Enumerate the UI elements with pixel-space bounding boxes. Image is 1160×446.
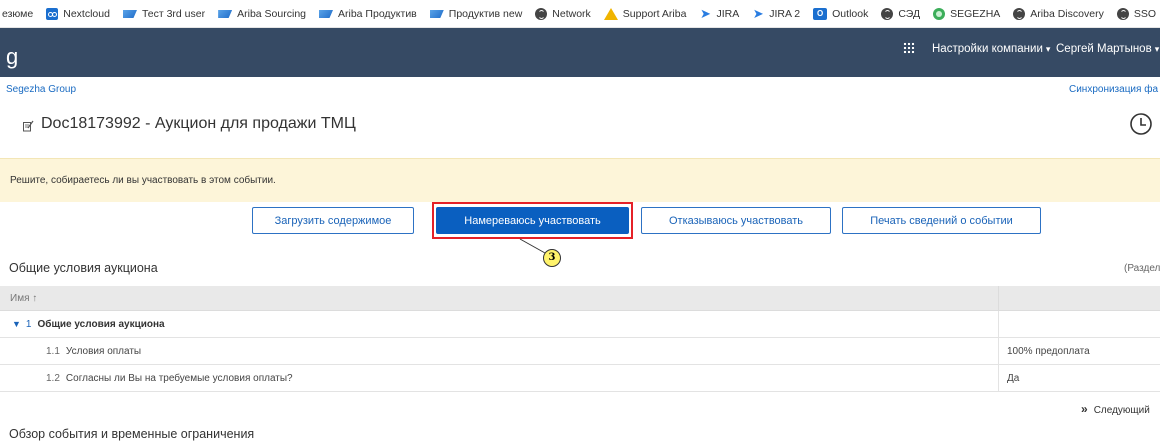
row-label: ▼ 1 Общие условия аукциона — [12, 319, 165, 330]
bookmark-test-3rd-user[interactable]: Тест 3rd user — [122, 8, 205, 20]
bookmark-nextcloud[interactable]: Nextcloud — [46, 7, 110, 20]
bookmark-sed[interactable]: СЭД — [881, 7, 920, 20]
user-menu[interactable]: Сергей Мартынов ▾ — [1056, 43, 1159, 55]
row-label: 1.2 Согласны ли Вы на требуемые условия о… — [46, 373, 293, 384]
print-event-details-button[interactable]: Печать сведений о событии — [842, 207, 1041, 234]
table-row[interactable]: ▼ 1 Общие условия аукциона — [0, 311, 1160, 338]
column-header-name[interactable]: Имя ↑ — [10, 293, 37, 304]
app-logo[interactable]: g — [6, 44, 18, 70]
double-chevron-right-icon: » — [1081, 402, 1088, 416]
upload-content-button[interactable]: Загрузить содержимое — [252, 207, 414, 234]
section-title: Общие условия аукциона — [9, 261, 158, 275]
decline-participation-button[interactable]: Отказываюсь участвовать — [641, 207, 831, 234]
clock-icon[interactable] — [1129, 112, 1153, 136]
nextcloud-icon — [46, 7, 59, 20]
bookmark-jira[interactable]: ➤ JIRA — [699, 5, 739, 21]
next-page-link[interactable]: » Следующий — [1081, 402, 1150, 416]
bookmark-ariba-discovery[interactable]: Ariba Discovery — [1013, 7, 1104, 20]
globe-icon — [1013, 7, 1026, 20]
column-divider — [998, 286, 999, 311]
bookmark-resume[interactable]: езюме — [2, 8, 33, 20]
page-title: Doc18173992 - Аукцион для продажи ТМЦ — [41, 115, 356, 132]
globe-icon — [1116, 7, 1129, 20]
jira-icon: ➤ — [752, 5, 764, 21]
step-number-badge: 3 — [543, 249, 561, 267]
table-row[interactable]: 1.2 Согласны ли Вы на требуемые условия о… — [0, 365, 1160, 392]
outlook-icon: O — [813, 7, 828, 20]
column-divider — [998, 311, 999, 338]
notice-text: Решите, собираетесь ли вы участвовать в … — [10, 175, 276, 186]
table-row[interactable]: 1.1 Условия оплаты 100% предоплата — [0, 338, 1160, 365]
decision-notice: Решите, собираетесь ли вы участвовать в … — [0, 158, 1160, 202]
app-header: g Настройки компании ▾ Сергей Мартынов ▾ — [0, 28, 1160, 77]
sap-icon — [122, 10, 137, 18]
globe-icon — [881, 7, 894, 20]
app-grid-icon[interactable] — [903, 42, 915, 54]
column-divider — [998, 338, 999, 365]
step-highlight-box — [432, 202, 633, 239]
jira-icon: ➤ — [699, 5, 711, 21]
sync-link[interactable]: Синхронизация фа — [1069, 84, 1158, 95]
bookmark-support-ariba[interactable]: Support Ariba — [603, 7, 686, 20]
chevron-down-icon: ▾ — [1154, 44, 1160, 54]
warning-icon — [603, 7, 618, 20]
breadcrumb-company[interactable]: Segezha Group — [6, 84, 76, 95]
bookmark-segezha[interactable]: SEGEZHA — [933, 7, 1000, 20]
section-range-label: (Раздел : — [1124, 263, 1160, 274]
bookmark-productive-new[interactable]: Продуктив new — [429, 8, 522, 20]
segezha-icon — [933, 7, 946, 20]
bookmark-jira-2[interactable]: ➤ JIRA 2 — [752, 5, 800, 21]
triangle-down-icon[interactable]: ▼ — [12, 319, 21, 329]
bookmark-network[interactable]: Network — [535, 7, 591, 20]
row-label: 1.1 Условия оплаты — [46, 346, 142, 357]
section-title-event-overview: Обзор события и временные ограничения — [9, 427, 255, 441]
table-header: Имя ↑ — [0, 286, 1160, 311]
chevron-down-icon: ▾ — [1045, 44, 1051, 54]
row-value: Да — [1007, 373, 1020, 384]
bookmark-ariba-sourcing[interactable]: Ariba Sourcing — [218, 8, 306, 20]
column-divider — [998, 365, 999, 392]
document-edit-icon — [23, 120, 34, 132]
bookmark-sso[interactable]: SSO — [1116, 7, 1156, 20]
globe-icon — [535, 7, 548, 20]
bookmarks-bar: езюме Nextcloud Тест 3rd user Ariba Sour… — [0, 0, 1160, 28]
sap-icon — [218, 10, 233, 18]
bookmark-ariba-productive[interactable]: Ariba Продуктив — [319, 8, 417, 20]
sap-icon — [429, 10, 444, 18]
company-settings-menu[interactable]: Настройки компании ▾ — [932, 43, 1050, 55]
sap-icon — [319, 10, 333, 18]
row-value: 100% предоплата — [1007, 346, 1090, 357]
bookmark-outlook[interactable]: O Outlook — [813, 7, 868, 20]
